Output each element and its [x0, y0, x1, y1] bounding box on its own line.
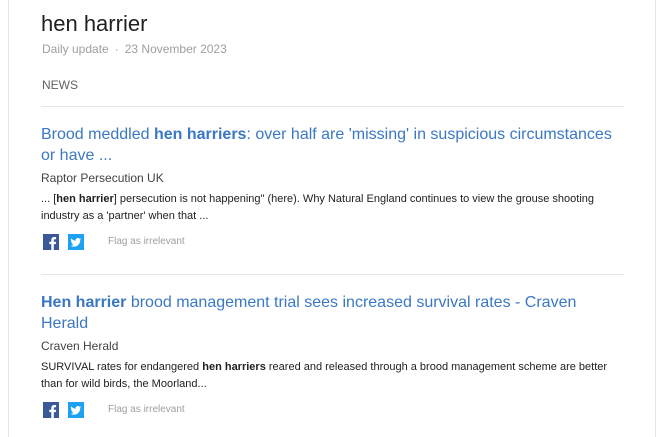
article-headline-link[interactable]: Brood meddled hen harriers: over half ar… [41, 124, 626, 166]
article-headline-link[interactable]: Hen harrier brood management trial sees … [41, 292, 626, 334]
snippet-text: ... [ [41, 193, 57, 205]
article-actions: Flag as irrelevant [41, 234, 626, 252]
update-frequency: Daily update [42, 42, 109, 56]
snippet-text: SURVIVAL rates for endangered [41, 361, 203, 373]
article-snippet: ... [hen harrier] persecution is not hap… [41, 191, 626, 225]
article-source: Craven Herald [41, 339, 119, 353]
article-actions: Flag as irrelevant [41, 402, 626, 420]
meta-separator: · [114, 42, 119, 56]
news-item: Brood meddled hen harriers: over half ar… [41, 124, 626, 252]
facebook-icon[interactable] [43, 234, 59, 250]
divider [41, 274, 624, 275]
divider [41, 106, 624, 107]
news-item: Hen harrier brood management trial sees … [41, 292, 626, 420]
snippet-keyword: hen harriers [202, 361, 266, 373]
twitter-icon[interactable] [68, 402, 84, 418]
alert-card: hen harrier Daily update · 23 November 202… [8, 0, 656, 437]
twitter-icon[interactable] [68, 234, 84, 250]
alert-title: hen harrier [41, 11, 148, 36]
alert-meta: Daily update · 23 November 2023 [42, 42, 227, 56]
facebook-icon[interactable] [43, 402, 59, 418]
flag-irrelevant-link[interactable]: Flag as irrelevant [108, 236, 185, 247]
article-snippet: SURVIVAL rates for endangered hen harrie… [41, 359, 626, 393]
section-label-news: NEWS [42, 78, 78, 92]
article-source: Raptor Persecution UK [41, 171, 164, 185]
snippet-keyword: hen harrier [56, 193, 114, 205]
headline-keyword: Hen harrier [41, 294, 127, 311]
alert-date: 23 November 2023 [124, 42, 227, 56]
headline-keyword: hen harriers [153, 126, 247, 143]
headline-text: Brood meddled [41, 126, 154, 143]
flag-irrelevant-link[interactable]: Flag as irrelevant [108, 404, 185, 415]
snippet-text: ] persecution is not happening" (here). … [41, 193, 594, 222]
